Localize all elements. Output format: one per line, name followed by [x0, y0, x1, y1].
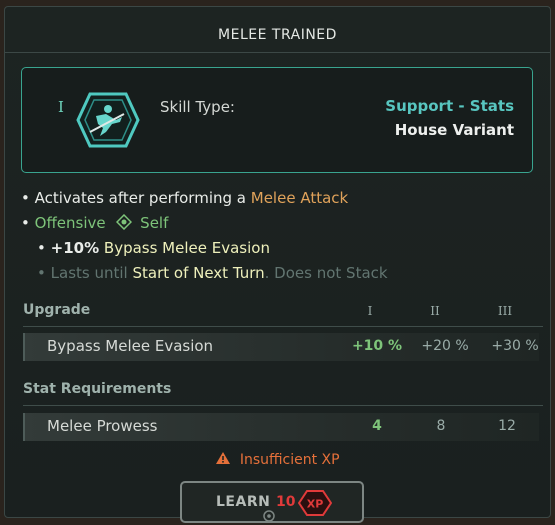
- requirement-stat-label: Melee Prowess: [47, 417, 158, 435]
- skill-type-value: Support - Stats: [385, 97, 514, 115]
- tier-3-header: III: [497, 304, 513, 318]
- panel-title: MELEE TRAINED: [218, 27, 337, 43]
- bullet: •: [37, 264, 46, 282]
- offensive-tag: Offensive: [34, 214, 106, 232]
- skill-type-label: Skill Type:: [160, 98, 235, 116]
- bullet: •: [21, 214, 30, 232]
- duration-value: Start of Next Turn: [132, 264, 265, 282]
- upgrade-tier-2-value: +20 %: [421, 338, 469, 354]
- warning-icon: [216, 452, 231, 464]
- upgrade-header: Upgrade: [23, 302, 91, 318]
- activation-prefix: • Activates after performing a: [21, 189, 246, 207]
- bonus-text: Bypass Melee Evasion: [103, 239, 270, 257]
- skill-tooltip-panel: MELEE TRAINED I Skill Type: Support - St…: [4, 6, 551, 523]
- tier-2-header: II: [430, 304, 440, 318]
- requirement-tier-2-value: 8: [436, 418, 446, 434]
- upgrade-row: Bypass Melee Evasion +10 % +20 % +30 %: [23, 333, 539, 361]
- self-target-icon: [116, 213, 133, 231]
- warning-text: Insufficient XP: [239, 452, 340, 468]
- upgrade-tier-3-value: +30 %: [491, 338, 539, 354]
- tier-1-header: I: [367, 304, 373, 318]
- activation-trigger: Melee Attack: [250, 189, 349, 207]
- requirement-tier-1-value: 4: [372, 418, 382, 434]
- upgrade-divider: [23, 326, 543, 327]
- bullet: •: [37, 239, 46, 257]
- learn-cost: 10: [276, 494, 296, 510]
- bonus-line: • +10% Bypass Melee Evasion: [37, 239, 270, 257]
- stacking-note: . Does not Stack: [264, 264, 388, 282]
- upgrade-stat-label: Bypass Melee Evasion: [47, 337, 214, 355]
- insufficient-xp-warning: Insufficient XP: [5, 451, 550, 468]
- self-tag: Self: [140, 214, 169, 232]
- skill-summary-box: I Skill Type: Support - Stats House Vari…: [21, 67, 533, 173]
- learn-label: LEARN: [216, 494, 271, 510]
- xp-currency-label: XP: [307, 498, 324, 511]
- requirements-divider: [23, 405, 543, 406]
- melee-skill-emblem-icon: [76, 92, 140, 148]
- requirement-tier-3-value: 12: [498, 418, 516, 434]
- bonus-value: +10%: [50, 239, 100, 257]
- duration-line: • Lasts until Start of Next Turn. Does n…: [37, 264, 388, 282]
- skill-tier-mark: I: [58, 98, 64, 116]
- gear-icon: [263, 510, 275, 522]
- skill-variant: House Variant: [394, 121, 514, 139]
- upgrade-tier-1-value: +10 %: [351, 338, 403, 354]
- xp-currency-icon: XP: [298, 490, 332, 516]
- activation-line: • Activates after performing a Melee Att…: [21, 189, 348, 207]
- lasts-until-label: Lasts until: [50, 264, 128, 282]
- requirements-row: Melee Prowess 4 8 12: [23, 413, 539, 441]
- requirements-header: Stat Requirements: [23, 381, 172, 397]
- targeting-line: • Offensive Self: [21, 213, 169, 232]
- title-divider: [5, 52, 550, 53]
